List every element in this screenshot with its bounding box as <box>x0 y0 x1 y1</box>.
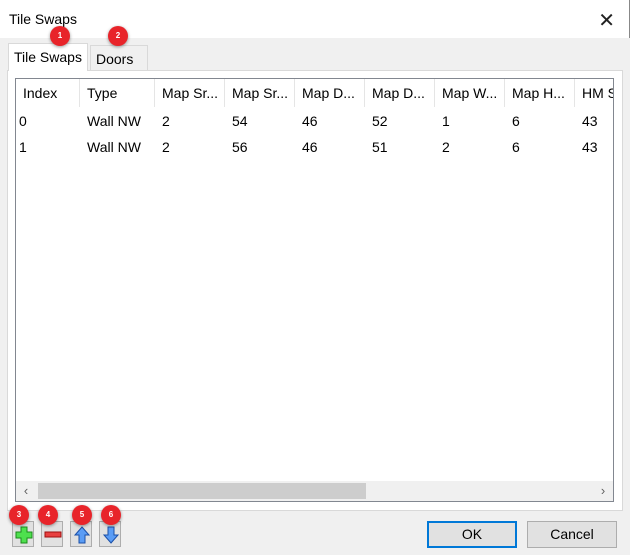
table-cell: 1 <box>19 139 27 155</box>
annotation-badge: 4 <box>38 505 58 525</box>
table-cell: Wall NW <box>87 113 141 129</box>
table-cell: 46 <box>302 139 318 155</box>
add-button[interactable] <box>12 521 34 547</box>
arrow-down-icon <box>102 526 120 544</box>
table-cell: 0 <box>19 113 27 129</box>
annotation-badge: 6 <box>101 505 121 525</box>
column-header[interactable]: Map D... <box>365 79 435 107</box>
plus-icon <box>15 526 33 544</box>
table-cell: 1 <box>442 113 450 129</box>
column-header[interactable]: Map Sr... <box>155 79 225 107</box>
table-row[interactable]: 0 Wall NW 2 54 46 52 1 6 43 <box>16 108 613 134</box>
table-cell: 2 <box>162 139 170 155</box>
table-row[interactable]: 1 Wall NW 2 56 46 51 2 6 43 <box>16 134 613 160</box>
table-cell: 2 <box>442 139 450 155</box>
table-cell: 43 <box>582 139 598 155</box>
tab-tile-swaps[interactable]: Tile Swaps <box>8 43 88 71</box>
remove-button[interactable] <box>41 521 63 547</box>
column-header[interactable]: Index <box>16 79 80 107</box>
table-cell: 51 <box>372 139 388 155</box>
minus-icon <box>44 531 62 538</box>
column-header[interactable]: Map D... <box>295 79 365 107</box>
scrollbar-thumb[interactable] <box>38 483 366 499</box>
tile-swaps-list[interactable]: ‹ › Index Type Map Sr... Map Sr... Map D... M… <box>15 78 614 502</box>
table-cell: 54 <box>232 113 248 129</box>
annotation-badge: 1 <box>50 26 70 46</box>
ok-button[interactable]: OK <box>427 521 517 548</box>
annotation-badge: 5 <box>72 505 92 525</box>
column-header[interactable]: Map H... <box>505 79 575 107</box>
column-header[interactable]: HM S <box>575 79 613 107</box>
table-cell: 6 <box>512 113 520 129</box>
table-cell: 52 <box>372 113 388 129</box>
scroll-right-button[interactable]: › <box>593 481 613 501</box>
table-cell: 56 <box>232 139 248 155</box>
annotation-badge: 2 <box>108 26 128 46</box>
cancel-button[interactable]: Cancel <box>527 521 617 548</box>
horizontal-scrollbar[interactable]: ‹ › <box>16 481 613 501</box>
table-cell: 43 <box>582 113 598 129</box>
close-icon[interactable]: ✕ <box>598 8 615 33</box>
tab-doors[interactable]: Doors <box>90 45 148 71</box>
column-header[interactable]: Map W... <box>435 79 505 107</box>
table-cell: 2 <box>162 113 170 129</box>
arrow-up-icon <box>73 526 91 544</box>
table-cell: 6 <box>512 139 520 155</box>
title-bar: Tile Swaps ✕ <box>0 0 630 38</box>
annotation-badge: 3 <box>9 505 29 525</box>
column-header[interactable]: Map Sr... <box>225 79 295 107</box>
table-cell: 46 <box>302 113 318 129</box>
window-title: Tile Swaps <box>9 11 77 27</box>
column-header[interactable]: Type <box>80 79 155 107</box>
table-cell: Wall NW <box>87 139 141 155</box>
scroll-left-button[interactable]: ‹ <box>16 481 36 501</box>
